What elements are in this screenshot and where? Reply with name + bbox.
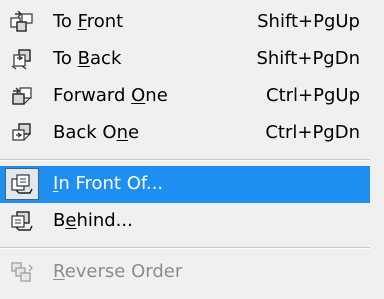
menu-item-label: Reverse Order bbox=[53, 261, 183, 282]
shortcut-label: Ctrl+PgUp bbox=[266, 85, 360, 106]
menu-item-label: To Front bbox=[53, 11, 124, 32]
reverse-order-icon bbox=[10, 261, 34, 283]
order-context-menu: To Front Shift+PgUp To Back Shift+PgDn F… bbox=[0, 0, 384, 299]
menu-separator bbox=[0, 247, 384, 249]
menu-item-label: In Front Of... bbox=[53, 173, 164, 194]
menu-item-in-front-of[interactable]: In Front Of... bbox=[0, 166, 370, 203]
menu-item-to-back[interactable]: To Back Shift+PgDn bbox=[0, 41, 370, 78]
menu-item-to-front[interactable]: To Front Shift+PgUp bbox=[0, 4, 370, 41]
menu-item-label: To Back bbox=[53, 48, 122, 69]
menu-item-label: Forward One bbox=[53, 85, 168, 106]
behind-icon bbox=[10, 210, 34, 232]
to-front-icon bbox=[10, 11, 34, 33]
in-front-of-icon bbox=[10, 173, 34, 195]
menu-item-reverse-order[interactable]: Reverse Order bbox=[0, 254, 370, 291]
to-back-icon bbox=[10, 48, 34, 70]
menu-item-behind[interactable]: Behind... bbox=[0, 203, 370, 240]
menu-item-back-one[interactable]: Back One Ctrl+PgDn bbox=[0, 115, 370, 152]
menu-item-forward-one[interactable]: Forward One Ctrl+PgUp bbox=[0, 78, 370, 115]
forward-one-icon bbox=[10, 85, 34, 107]
menu-right-edge bbox=[370, 0, 384, 299]
menu-item-label: Back One bbox=[53, 122, 140, 143]
shortcut-label: Shift+PgDn bbox=[256, 48, 360, 69]
shortcut-label: Ctrl+PgDn bbox=[265, 122, 360, 143]
back-one-icon bbox=[10, 122, 34, 144]
menu-separator bbox=[0, 159, 384, 161]
shortcut-label: Shift+PgUp bbox=[257, 11, 360, 32]
menu-item-label: Behind... bbox=[53, 210, 133, 231]
